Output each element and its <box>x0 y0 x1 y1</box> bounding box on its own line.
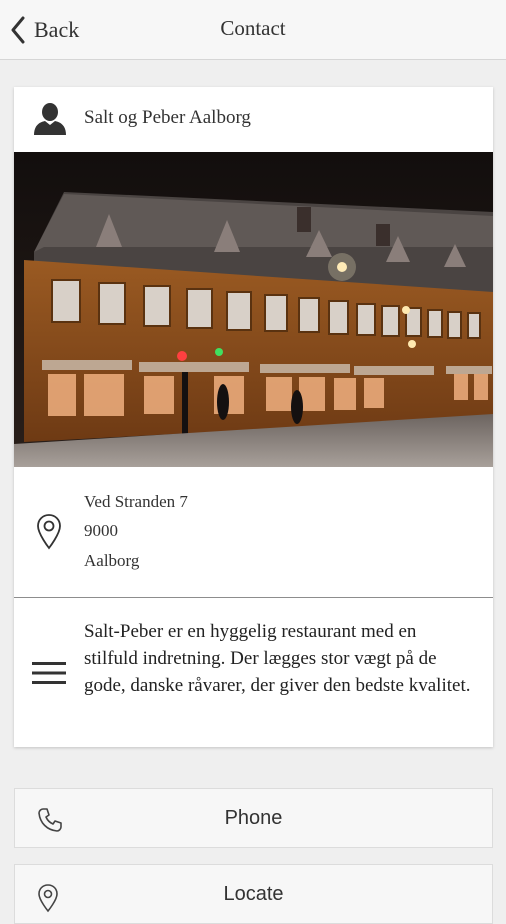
nav-bar: Back Contact <box>0 0 506 60</box>
address-zip: 9000 <box>84 521 118 540</box>
name-row: Salt og Peber Aalborg <box>14 87 493 152</box>
address-street: Ved Stranden 7 <box>84 492 188 511</box>
page-title: Contact <box>220 16 286 40</box>
restaurant-description: Salt-Peber er en hyggelig restaurant med… <box>84 621 471 696</box>
location-pin-icon <box>37 514 61 550</box>
locate-button[interactable]: Locate <box>14 864 493 924</box>
phone-label: Phone <box>224 807 283 829</box>
phone-button[interactable]: Phone <box>14 788 493 848</box>
menu-lines-icon <box>32 662 66 684</box>
address-city: Aalborg <box>84 551 140 570</box>
restaurant-photo <box>14 152 493 467</box>
person-icon <box>34 103 66 135</box>
address-row: Ved Stranden 7 9000 Aalborg <box>14 467 493 598</box>
restaurant-name: Salt og Peber Aalborg <box>84 107 251 128</box>
locate-label: Locate <box>223 883 284 905</box>
contact-card: Salt og Peber Aalborg Ved Stranden 7 900… <box>14 87 493 747</box>
description-row: Salt-Peber er en hyggelig restaurant med… <box>14 598 493 747</box>
